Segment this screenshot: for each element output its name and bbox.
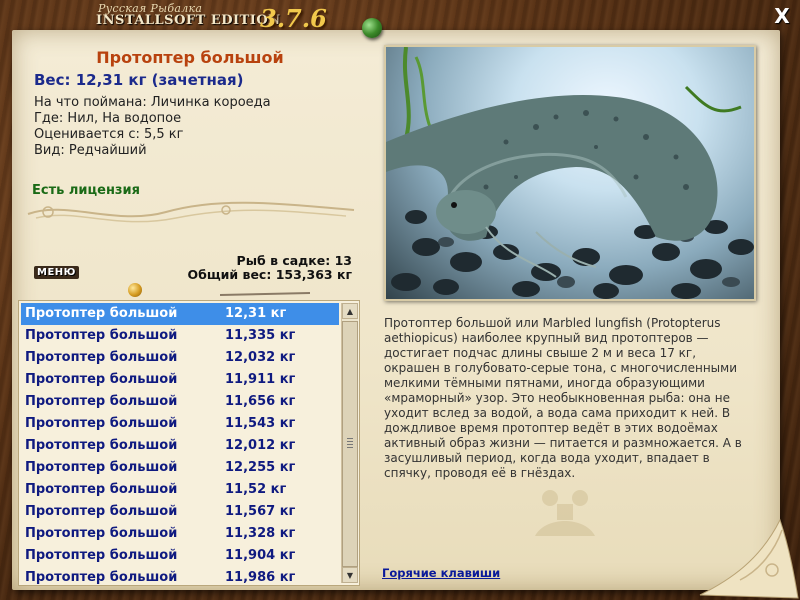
catch-list-row[interactable]: Протоптер большой 11,335 кг: [21, 325, 339, 347]
page-curl-icon: [699, 518, 799, 599]
catch-list-row[interactable]: Протоптер большой 11,328 кг: [21, 523, 339, 545]
catch-list-row[interactable]: Протоптер большой 11,911 кг: [21, 369, 339, 391]
bead-icon: [128, 283, 142, 297]
scroll-up-arrow-icon[interactable]: ▲: [342, 303, 358, 319]
hotkeys-link[interactable]: Горячие клавиши: [382, 566, 500, 580]
pin-icon: [362, 18, 382, 38]
scroll-down-arrow-icon[interactable]: ▼: [342, 567, 358, 583]
fish-bait: На что поймана: Личинка короеда: [34, 95, 271, 110]
keepnet-total-weight: Общий вес: 153,363 кг: [187, 267, 353, 282]
catch-fish-name: Протоптер большой: [25, 460, 178, 475]
close-icon: X: [774, 4, 790, 28]
fish-weight: Вес: 12,31 кг (зачетная): [34, 71, 244, 89]
fishing-rod-icon: [220, 292, 310, 296]
fish-description: Протоптер большой или Marbled lungfish (…: [384, 316, 742, 480]
game-title: Русская Рыбалка INSTALLSOFT EDITION 3.7.…: [96, 2, 338, 33]
game-version: 3.7.6: [260, 4, 327, 33]
catch-fish-weight: 11,986 кг: [225, 570, 296, 585]
catch-fish-name: Протоптер большой: [25, 482, 178, 497]
catch-list-row[interactable]: Протоптер большой 11,567 кг: [21, 501, 339, 523]
catch-fish-weight: 11,52 кг: [225, 482, 287, 497]
catch-fish-weight: 11,567 кг: [225, 504, 296, 519]
catch-fish-weight: 12,255 кг: [225, 460, 296, 475]
catch-fish-name: Протоптер большой: [25, 416, 178, 431]
scroll-thumb[interactable]: [342, 321, 358, 567]
catch-list-row[interactable]: Протоптер большой 11,543 кг: [21, 413, 339, 435]
fish-photo: [384, 45, 756, 301]
menu-button[interactable]: МЕНЮ: [34, 266, 79, 279]
catch-list-row[interactable]: Протоптер большой 11,986 кг: [21, 567, 339, 585]
watermark-icon: [535, 490, 595, 536]
catch-fish-name: Протоптер большой: [25, 372, 178, 387]
catch-list-row[interactable]: Протоптер большой 11,656 кг: [21, 391, 339, 413]
catch-fish-name: Протоптер большой: [25, 526, 178, 541]
catch-fish-weight: 11,656 кг: [225, 394, 296, 409]
catch-list-row[interactable]: Протоптер большой 12,012 кг: [21, 435, 339, 457]
lungfish-image: [386, 47, 754, 299]
game-title-main: INSTALLSOFT EDITION: [96, 13, 281, 28]
catch-list-row[interactable]: Протоптер большой 12,31 кг: [21, 303, 339, 325]
catch-fish-weight: 11,904 кг: [225, 548, 296, 563]
catch-fish-weight: 12,032 кг: [225, 350, 296, 365]
catch-fish-weight: 12,012 кг: [225, 438, 296, 453]
catch-fish-weight: 11,543 кг: [225, 416, 296, 431]
catch-fish-weight: 11,335 кг: [225, 328, 296, 343]
catch-fish-name: Протоптер большой: [25, 570, 178, 585]
catch-list: Протоптер большой 12,31 кг Протоптер больш…: [21, 303, 339, 585]
catch-list-row[interactable]: Протоптер большой 11,904 кг: [21, 545, 339, 567]
fish-kind: Вид: Редчайший: [34, 143, 147, 158]
fish-rated-from: Оценивается с: 5,5 кг: [34, 127, 184, 142]
catch-fish-name: Протоптер большой: [25, 394, 178, 409]
catch-fish-name: Протоптер большой: [25, 438, 178, 453]
catch-fish-weight: 11,911 кг: [225, 372, 296, 387]
ornament-divider-icon: [27, 201, 355, 223]
fish-name: Протоптер большой: [96, 48, 284, 67]
catch-list-scrollbar[interactable]: ▲ ▼: [341, 303, 358, 583]
catch-fish-weight: 11,328 кг: [225, 526, 296, 541]
catch-fish-weight: 12,31 кг: [225, 306, 287, 321]
catch-list-row[interactable]: Протоптер большой 12,032 кг: [21, 347, 339, 369]
catch-fish-name: Протоптер большой: [25, 328, 178, 343]
catch-list-row[interactable]: Протоптер большой 12,255 кг: [21, 457, 339, 479]
catch-fish-name: Протоптер большой: [25, 548, 178, 563]
catch-fish-name: Протоптер большой: [25, 306, 178, 321]
catch-fish-name: Протоптер большой: [25, 350, 178, 365]
fish-place: Где: Нил, На водопое: [34, 111, 182, 126]
close-button[interactable]: X: [770, 4, 794, 28]
catch-list-panel: Протоптер большой 12,31 кг Протоптер больш…: [18, 300, 360, 586]
keepnet-count: Рыб в садке: 13: [236, 253, 352, 268]
catch-list-row[interactable]: Протоптер большой 11,52 кг: [21, 479, 339, 501]
catch-fish-name: Протоптер большой: [25, 504, 178, 519]
